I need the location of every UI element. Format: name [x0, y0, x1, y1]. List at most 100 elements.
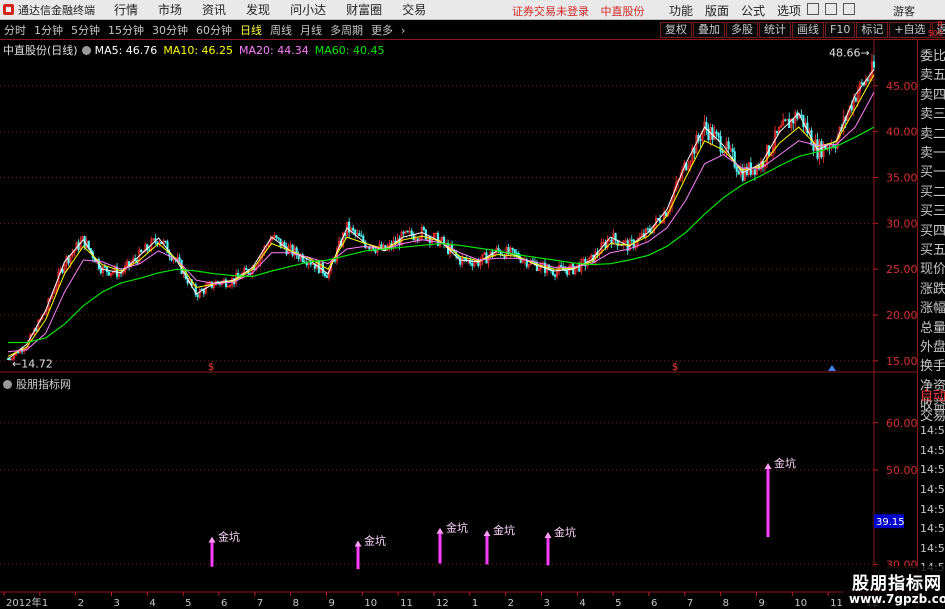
- period-tab[interactable]: 分时: [0, 22, 30, 38]
- candle-body: [566, 270, 569, 275]
- chart-tool-buttons: 复权 叠加 多股 统计 画线 F10 标记 +自选 返回: [660, 22, 945, 38]
- date-tick-label: 4: [579, 598, 585, 609]
- ma10-label: MA10: 46.25: [163, 43, 234, 57]
- candle-body: [325, 275, 328, 278]
- menu-item-trade[interactable]: 交易: [392, 1, 436, 18]
- candle-body: [422, 227, 425, 231]
- candle-body: [459, 257, 462, 265]
- candle-body: [854, 97, 857, 102]
- candle-body: [99, 268, 102, 274]
- period-tab[interactable]: 1分钟: [30, 22, 67, 38]
- candle-body: [196, 294, 199, 298]
- ma5-line: [7, 69, 875, 360]
- candle-body: [727, 141, 730, 150]
- f10-button[interactable]: F10: [825, 22, 856, 38]
- menu-item-options[interactable]: 选项: [771, 2, 807, 19]
- quote-label: 卖五: [920, 68, 945, 84]
- maximize-icon[interactable]: [825, 3, 837, 15]
- date-tick-label: 2012年: [6, 596, 41, 609]
- moving-average-lines: [7, 69, 875, 360]
- settings-dot-icon[interactable]: [3, 379, 12, 389]
- minimize-icon[interactable]: [807, 3, 819, 15]
- date-tick-label: 9: [329, 598, 335, 609]
- price-tick-label: 45.00: [886, 80, 917, 93]
- candle-body: [140, 249, 143, 253]
- period-tab[interactable]: 30分钟: [148, 22, 192, 38]
- signal-bar: [438, 533, 442, 564]
- menu-item-discover[interactable]: 发现: [236, 1, 280, 18]
- signal-bar: [356, 546, 360, 570]
- right-menu: 功能 版面 公式 选项: [663, 2, 807, 19]
- date-tick-label: 10: [794, 598, 807, 609]
- date-tick-label: 7: [687, 598, 693, 609]
- signal-label: 金坑: [364, 533, 386, 547]
- menu-item-news[interactable]: 资讯: [192, 1, 236, 18]
- candle-body: [275, 235, 278, 238]
- chevron-right-icon[interactable]: ›: [397, 24, 409, 37]
- quote-header-value: 500: [927, 29, 943, 38]
- period-tab[interactable]: 5分钟: [67, 22, 104, 38]
- menu-item-wealth[interactable]: 财富圈: [336, 1, 392, 18]
- candle-body: [800, 114, 803, 116]
- date-tick-label: 3: [544, 598, 550, 609]
- login-notice[interactable]: 证券交易未登录: [512, 5, 589, 18]
- candle-body: [812, 144, 815, 151]
- user-label[interactable]: 游客: [893, 3, 915, 19]
- candle-body: [560, 265, 563, 268]
- period-tab[interactable]: 60分钟: [192, 22, 236, 38]
- signal-arrow-icon: [436, 527, 444, 534]
- period-tab[interactable]: 周线: [266, 22, 296, 38]
- quote-label: 14:56: [920, 541, 945, 555]
- indicator-axis: 60.0050.0039.1530.00: [874, 417, 917, 571]
- overlay-button[interactable]: 叠加: [693, 22, 725, 38]
- signal-label: 金坑: [446, 521, 468, 535]
- candle-body: [309, 262, 312, 265]
- watermark-url: www.7gpzb.com: [849, 592, 945, 606]
- quote-label: 卖一: [920, 146, 945, 161]
- candle-body: [323, 272, 326, 277]
- multi-stock-button[interactable]: 多股: [726, 22, 758, 38]
- quote-label: 买五: [920, 243, 945, 258]
- price-axis: 45.00 40.00 35.00 30.00 25.00 20.00 15.00: [874, 80, 917, 368]
- menu-item-quotes[interactable]: 行情: [104, 1, 148, 18]
- candle-body: [753, 169, 756, 175]
- settings-dot-icon[interactable]: [81, 45, 91, 55]
- candle-body: [107, 271, 110, 276]
- dividend-marker-icon: $: [672, 362, 678, 373]
- menu-item-layout[interactable]: 版面: [699, 2, 735, 19]
- candle-body: [416, 238, 419, 241]
- menu-item-formula[interactable]: 公式: [735, 2, 771, 19]
- candle-body: [699, 139, 702, 142]
- date-tick-label: 6: [651, 598, 657, 609]
- candle-body: [511, 247, 514, 250]
- mark-button[interactable]: 标记: [856, 22, 889, 38]
- kline-chart[interactable]: 45.00 40.00 35.00 30.00 25.00 20.00 15.00 60.0…: [0, 40, 917, 609]
- window-controls: [807, 3, 861, 15]
- quote-label: 14:56: [920, 443, 945, 457]
- period-tab[interactable]: 15分钟: [104, 22, 148, 38]
- quote-label: 买一: [920, 165, 945, 181]
- draw-line-button[interactable]: 画线: [792, 22, 824, 38]
- period-tab-daily[interactable]: 日线: [236, 22, 266, 38]
- adjust-button[interactable]: 复权: [660, 22, 692, 38]
- candle-body: [737, 171, 740, 175]
- menu-item-ask[interactable]: 问小达: [280, 1, 336, 18]
- candle-body: [646, 228, 649, 230]
- indicator-signals: 金坑 金坑金坑 金坑 金坑金坑: [208, 456, 796, 570]
- period-tab[interactable]: 月线: [296, 22, 326, 38]
- period-tab-more[interactable]: 更多: [367, 22, 397, 38]
- candle-body: [471, 263, 474, 267]
- date-tick-label: 5: [615, 598, 621, 609]
- quote-label: 卖三: [920, 107, 945, 123]
- quote-label: 涨跌: [920, 281, 945, 297]
- ma20-label: MA20: 44.34: [239, 43, 309, 57]
- signal-arrow-icon: [354, 540, 362, 547]
- date-tick-label: 6: [221, 598, 227, 609]
- period-tab[interactable]: 多周期: [326, 22, 367, 38]
- quote-label: 14:56: [920, 522, 945, 536]
- stats-button[interactable]: 统计: [759, 22, 791, 38]
- close-icon[interactable]: [843, 3, 855, 15]
- candle-body: [360, 235, 363, 237]
- menu-item-market[interactable]: 市场: [148, 1, 192, 18]
- menu-item-function[interactable]: 功能: [663, 2, 699, 19]
